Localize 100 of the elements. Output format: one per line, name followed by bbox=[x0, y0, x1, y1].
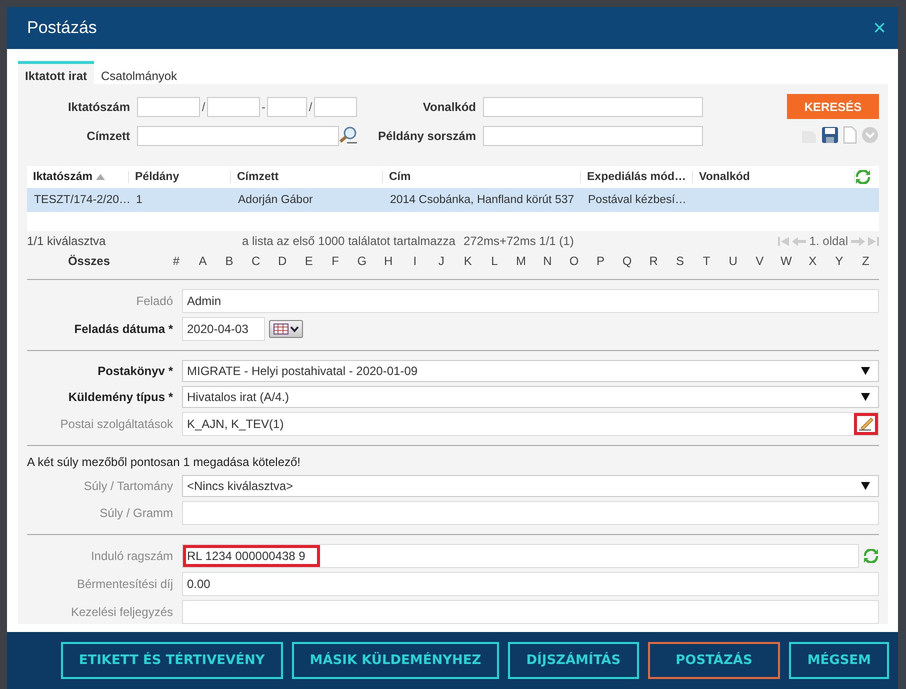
alphabet-filter[interactable]: D bbox=[269, 254, 296, 268]
alphabet-filter[interactable]: B bbox=[216, 254, 243, 268]
field-label: Címzett bbox=[86, 128, 131, 142]
dropdown-arrow-icon bbox=[861, 367, 870, 375]
alphabet-filter[interactable]: P bbox=[587, 254, 614, 268]
save-icon[interactable] bbox=[821, 126, 839, 144]
field-value: Admin bbox=[187, 293, 222, 310]
alphabet-filter[interactable]: O bbox=[560, 254, 588, 268]
input-field[interactable] bbox=[483, 96, 703, 116]
alphabet-filter[interactable]: I bbox=[402, 254, 428, 268]
footer-button[interactable]: MÉGSEM bbox=[789, 642, 889, 679]
column-header[interactable]: Cím bbox=[383, 171, 581, 183]
input-field[interactable]: RL 1234 000000438 9 bbox=[182, 544, 859, 568]
column-header[interactable]: Expediálás mód… bbox=[581, 171, 693, 183]
list-info: a lista az első 1000 találatot tartalmazza bbox=[242, 234, 456, 248]
input-field[interactable] bbox=[267, 96, 307, 116]
next-page-icon[interactable] bbox=[851, 236, 865, 247]
previous-page-icon[interactable] bbox=[792, 236, 806, 247]
tab[interactable]: Iktatott irat bbox=[18, 61, 94, 84]
dropdown[interactable]: Hivatalos irat (A/4.) bbox=[182, 386, 879, 408]
field-value: K_AJN, K_TEV(1) bbox=[187, 416, 284, 433]
refresh-icon[interactable] bbox=[855, 170, 871, 184]
page-number: 1. oldal bbox=[809, 234, 848, 248]
alphabet-filter[interactable]: J bbox=[428, 254, 455, 268]
alphabet-filter[interactable]: T bbox=[693, 254, 720, 268]
dropdown-value: MIGRATE - Helyi postahivatal - 2020-01-09 bbox=[187, 363, 418, 380]
input-field[interactable]: 0.00 bbox=[182, 572, 879, 596]
input-field[interactable] bbox=[182, 501, 879, 525]
alphabet-filter[interactable]: N bbox=[534, 254, 561, 268]
alphabet-filter[interactable]: Q bbox=[614, 254, 640, 268]
alphabet-filter[interactable]: W bbox=[772, 254, 800, 268]
dropdown-circle-icon[interactable] bbox=[861, 126, 879, 144]
last-page-icon[interactable] bbox=[868, 236, 879, 247]
column-header[interactable]: Példány bbox=[129, 171, 231, 183]
footer-button[interactable]: DÍJSZÁMÍTÁS bbox=[508, 642, 639, 679]
field-label: Iktatószám bbox=[66, 100, 131, 114]
timing-text: 272ms+72ms 1/1 (1) bbox=[463, 234, 574, 248]
edit-button[interactable] bbox=[854, 413, 878, 435]
alphabet-filter[interactable]: S bbox=[666, 254, 694, 268]
field-label: Postai szolgáltatások bbox=[59, 417, 174, 431]
alphabet-filter[interactable]: Z bbox=[852, 254, 879, 268]
dropdown-value: Hivatalos irat (A/4.) bbox=[187, 389, 290, 406]
alphabet-filter[interactable]: C bbox=[242, 254, 270, 268]
alphabet-filter[interactable]: F bbox=[322, 254, 349, 268]
input-field[interactable] bbox=[483, 126, 703, 146]
calendar-button[interactable] bbox=[269, 320, 303, 338]
input-field[interactable] bbox=[314, 96, 357, 116]
column-header[interactable]: Iktatószám bbox=[27, 171, 129, 183]
input-field[interactable] bbox=[137, 126, 339, 146]
column-header[interactable]: Vonalkód bbox=[693, 171, 855, 183]
dropdown[interactable]: <Nincs kiválasztva> bbox=[182, 475, 879, 497]
dropdown-arrow-icon bbox=[861, 393, 870, 401]
dropdown-arrow-icon bbox=[861, 482, 870, 490]
alphabet-filter[interactable]: V bbox=[746, 254, 773, 268]
pencil-icon bbox=[858, 417, 874, 431]
input-field[interactable]: Admin bbox=[182, 289, 879, 313]
alphabet-filter[interactable]: X bbox=[799, 254, 826, 268]
input-field[interactable] bbox=[137, 96, 200, 116]
table-row[interactable]: TESZT/174-2/20… 1 Adorján Gábor 2014 Csobánka, Hanfland körút 537 Postával kézbesí… bbox=[27, 188, 879, 212]
field-label: Súly / Tartomány bbox=[82, 479, 174, 493]
field-label: Bérmentesítési díj bbox=[76, 577, 174, 591]
separator-text: / bbox=[308, 100, 314, 114]
table-cell-text: TESZT/174-2/20… bbox=[33, 194, 129, 206]
table-cell-text: 2014 Csobánka, Hanfland körút 537 bbox=[389, 194, 576, 206]
table-cell-text: Postával kézbesí… bbox=[587, 194, 688, 206]
first-page-icon[interactable] bbox=[778, 236, 790, 247]
alphabet-filter[interactable]: A bbox=[190, 254, 216, 268]
date-field[interactable]: 2020-04-03 bbox=[182, 317, 265, 341]
alphabet-filter[interactable]: Y bbox=[826, 254, 852, 268]
lookup-icon[interactable] bbox=[339, 126, 358, 145]
input-field[interactable]: K_AJN, K_TEV(1) bbox=[182, 412, 879, 436]
alphabet-filter[interactable]: L bbox=[481, 254, 508, 268]
input-field[interactable] bbox=[182, 600, 879, 624]
column-header[interactable]: Címzett bbox=[231, 171, 383, 183]
field-label: Feladó bbox=[135, 294, 174, 308]
alphabet-filter[interactable]: R bbox=[640, 254, 667, 268]
field-label: Súly / Gramm bbox=[98, 506, 174, 520]
alphabet-filter[interactable]: H bbox=[375, 254, 402, 268]
alphabet-filter[interactable]: U bbox=[720, 254, 746, 268]
footer-button[interactable]: ETIKETT ÉS TÉRTIVEVÉNY bbox=[60, 642, 283, 679]
field-label: Példány sorszám bbox=[376, 128, 477, 142]
input-field[interactable] bbox=[207, 96, 260, 116]
field-label: Induló ragszám bbox=[90, 549, 174, 563]
alphabet-filter[interactable]: M bbox=[508, 254, 534, 268]
dropdown[interactable]: MIGRATE - Helyi postahivatal - 2020-01-09 bbox=[182, 360, 879, 382]
alphabet-filter[interactable]: K bbox=[454, 254, 482, 268]
separator-text: - bbox=[260, 100, 266, 114]
field-label: Kezelési feljegyzés bbox=[70, 605, 174, 619]
footer-button[interactable]: POSTÁZÁS bbox=[648, 642, 780, 679]
refresh-icon[interactable] bbox=[863, 549, 879, 563]
alphabet-filter[interactable]: G bbox=[348, 254, 376, 268]
close-button[interactable]: × bbox=[873, 15, 886, 41]
separator-text: / bbox=[200, 100, 206, 114]
alphabet-filter[interactable]: E bbox=[296, 254, 322, 268]
calendar-icon bbox=[273, 323, 299, 335]
footer-button[interactable]: MÁSIK KÜLDEMÉNYHEZ bbox=[292, 642, 500, 679]
alphabet-filter[interactable]: # bbox=[163, 254, 190, 268]
field-label: Vonalkód bbox=[422, 100, 477, 114]
alphabet-filter[interactable]: Összes bbox=[27, 254, 163, 268]
field-label: Feladás dátuma * bbox=[73, 322, 174, 336]
